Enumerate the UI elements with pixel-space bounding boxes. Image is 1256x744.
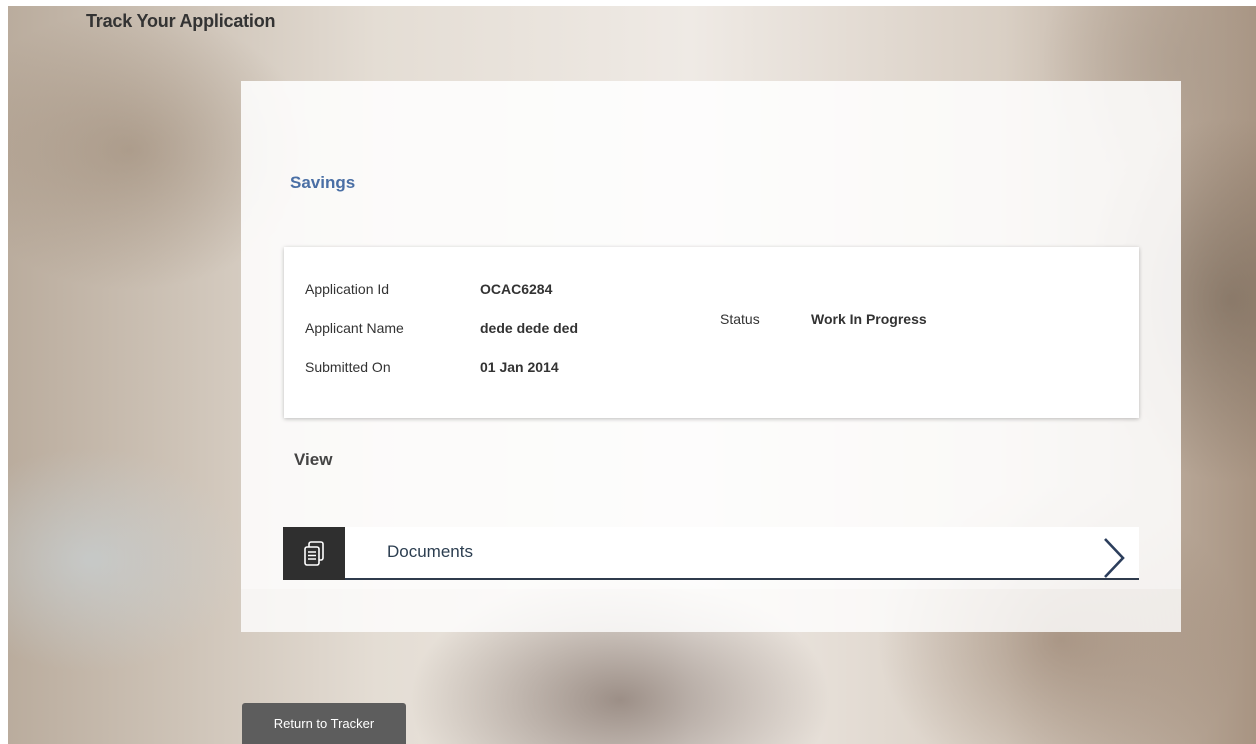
product-title: Savings xyxy=(290,173,356,192)
applicant-name-label: Applicant Name xyxy=(305,320,404,336)
top-border xyxy=(0,0,1256,6)
application-id-value: OCAC6284 xyxy=(480,281,553,297)
documents-icon xyxy=(304,540,324,566)
submitted-on-value: 01 Jan 2014 xyxy=(480,359,559,375)
status-value: Work In Progress xyxy=(811,311,927,327)
return-to-tracker-button[interactable]: Return to Tracker xyxy=(242,703,406,744)
documents-label: Documents xyxy=(387,542,473,561)
page-title: Track Your Application xyxy=(86,11,276,31)
application-id-label: Application Id xyxy=(305,281,390,297)
application-details: Application Id OCAC6284 Applicant Name d… xyxy=(284,247,1139,418)
submitted-on-label: Submitted On xyxy=(305,359,391,375)
view-title: View xyxy=(294,450,333,469)
status-label: Status xyxy=(720,311,760,327)
documents-icon-box xyxy=(283,527,345,580)
documents-row[interactable]: Documents xyxy=(283,527,1139,580)
left-border xyxy=(0,0,8,744)
chevron-right-icon[interactable] xyxy=(1101,536,1127,580)
application-card: Savings Application Id OCAC6284 Applican… xyxy=(241,81,1181,632)
applicant-name-value: dede dede ded xyxy=(480,320,579,336)
